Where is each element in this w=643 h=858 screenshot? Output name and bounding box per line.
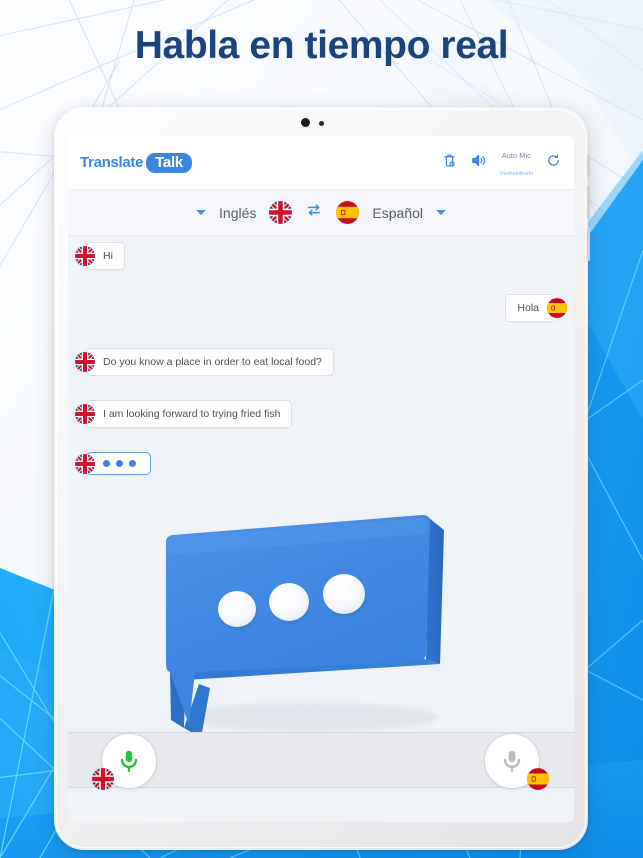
auto-mic-label: Auto Mic [501,150,531,160]
speaker-volume-icon[interactable] [470,152,487,174]
spain-flag-message-1 [547,298,567,318]
refresh-icon[interactable] [546,153,561,173]
app-logo[interactable]: Translate Talk [80,152,192,173]
screen-footer-strip [68,788,574,822]
logo-text-translate: Translate [80,154,144,171]
uk-flag-mic-badge [92,768,114,790]
front-camera-icon [301,118,310,127]
chat-message-4-typing[interactable] [75,452,151,475]
uk-flag-message-2 [75,352,95,372]
chat-message-2[interactable]: Do you know a place in order to eat loca… [75,348,334,376]
mic-control-bar [68,732,574,790]
history-delete-icon[interactable] [442,153,457,173]
speech-bubble-3d-illustration [166,514,444,732]
spain-flag-mic-badge [527,768,549,790]
typing-dot-2 [116,460,123,467]
volume-down-button[interactable] [587,227,590,261]
typing-dot-1 [103,460,110,467]
spain-flag-target[interactable] [336,201,360,224]
header-actions: Auto Mic Deshabilitado [442,146,561,180]
auto-mic-state: Deshabilitado [499,170,533,177]
chat-message-3[interactable]: I am looking forward to trying fried fis… [75,400,293,428]
screenshot-root: Habla en tiempo real Translate Talk Auto… [0,0,643,858]
language-selector-bar: Inglés Español [68,190,574,236]
page-title: Habla en tiempo real [134,24,509,67]
uk-flag-message-0 [75,246,95,266]
chat-message-1[interactable]: Hola [505,294,567,322]
power-button[interactable] [587,155,590,177]
chat-area: Hi Hola Do you know a place in order to … [68,236,574,732]
microphone-icon-active [120,750,138,772]
logo-text-talk: Talk [146,152,192,173]
chat-bubble-text-3: I am looking forward to trying fried fis… [86,400,293,428]
typing-indicator [86,452,151,475]
sensor-dot-icon [319,121,324,126]
swap-arrows-icon[interactable] [305,201,323,224]
typing-dot-3 [129,460,136,467]
chat-bubble-text-2: Do you know a place in order to eat loca… [86,348,334,376]
app-header: Translate Talk Auto Mic Deshabilitado [68,136,574,190]
microphone-icon-inactive [503,750,521,772]
chat-message-0[interactable]: Hi [75,242,125,270]
mic-button-spanish[interactable] [484,733,549,790]
uk-flag-message-3 [75,404,95,424]
mic-button-english[interactable] [92,733,157,790]
uk-flag-source[interactable] [269,201,293,224]
volume-up-button[interactable] [587,185,590,219]
chevron-down-icon-target[interactable] [435,210,446,215]
tablet-device: Translate Talk Auto Mic Deshabilitado In… [54,107,590,850]
chevron-down-icon-source[interactable] [196,210,207,215]
uk-flag-message-4 [75,453,95,474]
source-language-label[interactable]: Inglés [219,205,256,221]
target-language-label[interactable]: Español [372,205,423,221]
app-screen: Translate Talk Auto Mic Deshabilitado In… [68,136,574,822]
auto-mic-status[interactable]: Auto Mic Deshabilitado [500,146,533,180]
